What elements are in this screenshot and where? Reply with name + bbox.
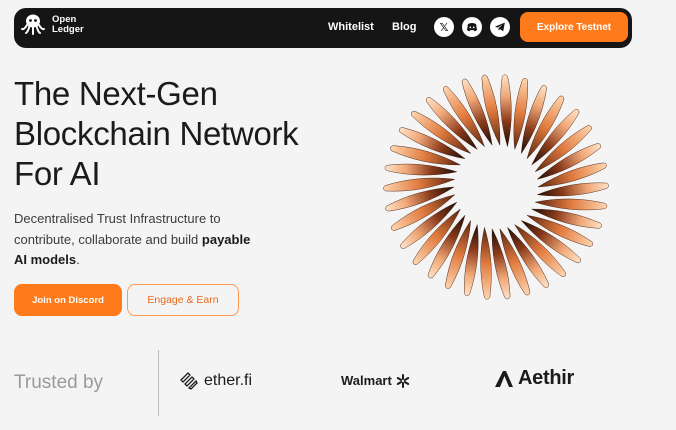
- discord-glyph: [467, 23, 477, 32]
- telegram-glyph: [495, 22, 505, 32]
- trusted-by-label: Trusted by: [14, 372, 104, 393]
- walmart-logo: Walmart: [341, 373, 410, 388]
- trusted-divider: [158, 350, 159, 416]
- etherfi-logo: ether.fi: [178, 370, 252, 392]
- hero-ring-illustration: [383, 74, 609, 300]
- hero-subtitle-line1: Decentralised Trust Infrastructure to: [14, 211, 221, 226]
- nav-link-whitelist[interactable]: Whitelist: [328, 21, 374, 33]
- ring-blade: [384, 163, 457, 176]
- discord-icon[interactable]: [462, 17, 482, 37]
- hero-subtitle-end: .: [76, 252, 80, 267]
- join-discord-button[interactable]: Join on Discord: [14, 284, 122, 316]
- explore-testnet-button[interactable]: Explore Testnet: [520, 12, 628, 42]
- top-nav: Open Ledger Whitelist Blog 𝕏 Explore Tes…: [14, 8, 632, 48]
- hero-subtitle: Decentralised Trust Infrastructure to co…: [14, 209, 294, 271]
- etherfi-mark-icon: [180, 372, 198, 390]
- hero-subtitle-bold2: AI models: [14, 252, 77, 267]
- engage-earn-button[interactable]: Engage & Earn: [127, 284, 239, 316]
- nav-link-blog[interactable]: Blog: [392, 21, 416, 33]
- hero-subtitle-line2: contribute, collaborate and build: [14, 231, 202, 247]
- octopus-logo-icon: [21, 14, 45, 35]
- logo-text-line2: Ledger: [52, 24, 84, 35]
- ring-blade: [535, 198, 608, 211]
- hero-title: The Next-Gen Blockchain Network For AI: [14, 74, 299, 194]
- aethir-text: Aethir: [518, 367, 574, 389]
- aethir-logo: Aethir: [494, 367, 574, 390]
- aethir-mark-icon: [495, 370, 513, 387]
- ring-blade: [480, 227, 492, 300]
- hero-subtitle-bold1: payable: [201, 231, 251, 247]
- x-icon[interactable]: 𝕏: [434, 17, 454, 37]
- etherfi-text: ether.fi: [204, 372, 253, 389]
- logo[interactable]: Open Ledger: [20, 12, 84, 38]
- hero-title-line3: For AI: [14, 155, 101, 192]
- walmart-text: Walmart: [341, 373, 392, 388]
- telegram-icon[interactable]: [490, 17, 510, 37]
- ring-blade: [500, 74, 512, 147]
- walmart-spark-icon: [396, 373, 410, 388]
- hero-title-line2: Blockchain Network: [14, 115, 299, 152]
- hero-title-line1: The Next-Gen: [14, 75, 218, 112]
